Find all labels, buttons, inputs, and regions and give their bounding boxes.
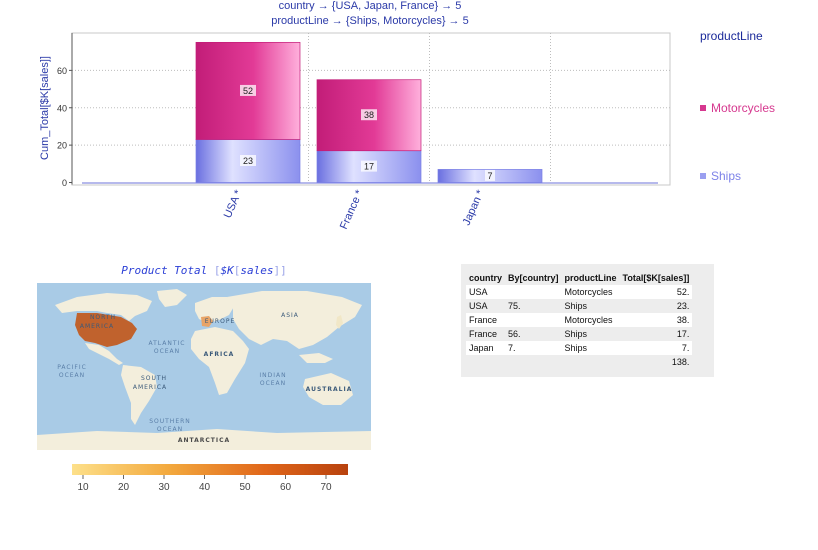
table-cell: Japan <box>466 341 506 355</box>
map-label: ATLANTIC <box>148 340 185 347</box>
table-row: USA 75. Ships 23. <box>466 299 692 313</box>
scale-gradient <box>72 464 348 475</box>
map-label: PACIFIC <box>57 364 87 371</box>
table-cell: 23. <box>676 301 690 311</box>
map-label: NORTH <box>90 314 116 321</box>
y-tick-label: 0 <box>62 178 67 188</box>
y-tick-label: 20 <box>57 141 67 151</box>
x-tick-label-usa: USA * <box>222 188 245 220</box>
data-label-ships-france: 17 <box>364 162 374 172</box>
table-cell: USA <box>469 301 488 311</box>
y-tick-label: 60 <box>57 66 67 76</box>
map-label: SOUTHERN <box>149 418 191 425</box>
map-label: INDIAN <box>259 372 286 379</box>
table-header-cell: Total[$K[sales]] <box>622 273 690 283</box>
table-cell <box>505 313 562 327</box>
map-label: ANTARCTICA <box>178 437 230 444</box>
map-label: AMERICA <box>133 384 167 391</box>
table-cell: 52. <box>619 285 693 299</box>
table-cell: Ships <box>561 341 620 355</box>
legend-item-ships: Ships <box>700 169 741 183</box>
scale-tick-label: 50 <box>239 482 251 493</box>
legend-title: productLine <box>700 29 763 43</box>
map-label: OCEAN <box>157 426 183 433</box>
world-map: NORTHAMERICAEUROPEASIAATLANTICOCEAN AFRIC… <box>37 283 371 450</box>
map-label: SOUTH <box>141 375 167 382</box>
legend-label-ships: Ships <box>711 169 742 183</box>
table-header-cell: country <box>469 273 503 283</box>
table-cell: France <box>469 329 498 339</box>
table-row: Japan 7. Ships 7. <box>466 341 693 355</box>
table-header-row: country By[country] productLine Total[$K[sa… <box>466 271 692 285</box>
data-label-motorcycles-usa: 52 <box>243 86 253 96</box>
y-tick-label: 40 <box>57 103 67 113</box>
table-row: 138. <box>466 355 692 369</box>
map-title-prefix: Product Total <box>121 264 208 277</box>
map-label: AUSTRALIA <box>306 386 353 393</box>
table-cell: 56. <box>508 329 521 339</box>
scale-ticks: 10 20 30 40 50 60 70 <box>77 475 332 493</box>
table-cell: 7. <box>505 341 562 355</box>
map-title-inner: $K <box>220 264 234 277</box>
table-row: France 56. Ships 17. <box>466 327 692 341</box>
map-label: AFRICA <box>204 351 235 358</box>
table-cell: Motorcycles <box>561 313 620 327</box>
data-table-panel: country By[country] productLine Total[$K[sa… <box>461 264 714 377</box>
table-cell: France <box>466 313 506 327</box>
stacked-bar-chart: 0 20 40 60 USA * France * Japan * 23 52 17 38 7 Cu… <box>39 32 671 232</box>
map-label: OCEAN <box>260 380 286 387</box>
color-scale: 10 20 30 40 50 60 70 <box>72 464 348 493</box>
data-label-ships-japan: 7 <box>487 171 492 181</box>
data-label-motorcycles-france: 38 <box>364 110 374 120</box>
map-label: OCEAN <box>59 372 85 379</box>
table-header-cell: By[country] <box>508 273 559 283</box>
scale-tick-label: 60 <box>280 482 292 493</box>
table-header-cell: productLine <box>564 273 617 283</box>
table-cell: 17. <box>676 329 690 339</box>
table-cell: 7. <box>619 341 693 355</box>
table-cell <box>466 355 505 369</box>
map-label: EUROPE <box>205 318 235 325</box>
table-cell: 75. <box>508 301 521 311</box>
legend-swatch-ships <box>700 172 706 179</box>
table-row: France Motorcycles 38. <box>466 313 693 327</box>
table-cell: 138. <box>671 357 690 367</box>
data-table: country By[country] productLine Total[$K[sa… <box>466 271 693 369</box>
table-cell: Ships <box>564 301 588 311</box>
x-tick-label-france: France * <box>338 188 366 232</box>
scale-tick-label: 20 <box>118 482 130 493</box>
table-cell: USA <box>466 285 506 299</box>
table-cell <box>505 285 562 299</box>
table-cell: Ships <box>564 329 588 339</box>
table-cell <box>505 355 562 369</box>
map-label: ASIA <box>281 312 299 319</box>
map-title-inner2: sales <box>240 264 274 277</box>
scale-tick-label: 30 <box>158 482 170 493</box>
map-label: OCEAN <box>154 348 180 355</box>
table-cell: Motorcycles <box>561 285 620 299</box>
table-cell <box>562 355 620 369</box>
legend-item-motorcycles: Motorcycles <box>700 101 775 115</box>
legend-label-motorcycles: Motorcycles <box>711 101 776 115</box>
y-axis-label: Cum_Total[$K[sales]] <box>39 56 51 160</box>
table-row: USA Motorcycles 52. <box>466 285 693 299</box>
scale-tick-label: 10 <box>77 482 89 493</box>
scale-tick-label: 40 <box>199 482 211 493</box>
map-title: Product Total [$K[sales]] <box>121 264 287 277</box>
legend-swatch-motorcycles <box>700 104 706 111</box>
map-label: AMERICA <box>80 323 114 330</box>
data-label-ships-usa: 23 <box>243 156 253 166</box>
table-cell: 38. <box>619 313 693 327</box>
x-tick-label-japan: Japan * <box>461 188 487 228</box>
scale-tick-label: 70 <box>320 482 332 493</box>
